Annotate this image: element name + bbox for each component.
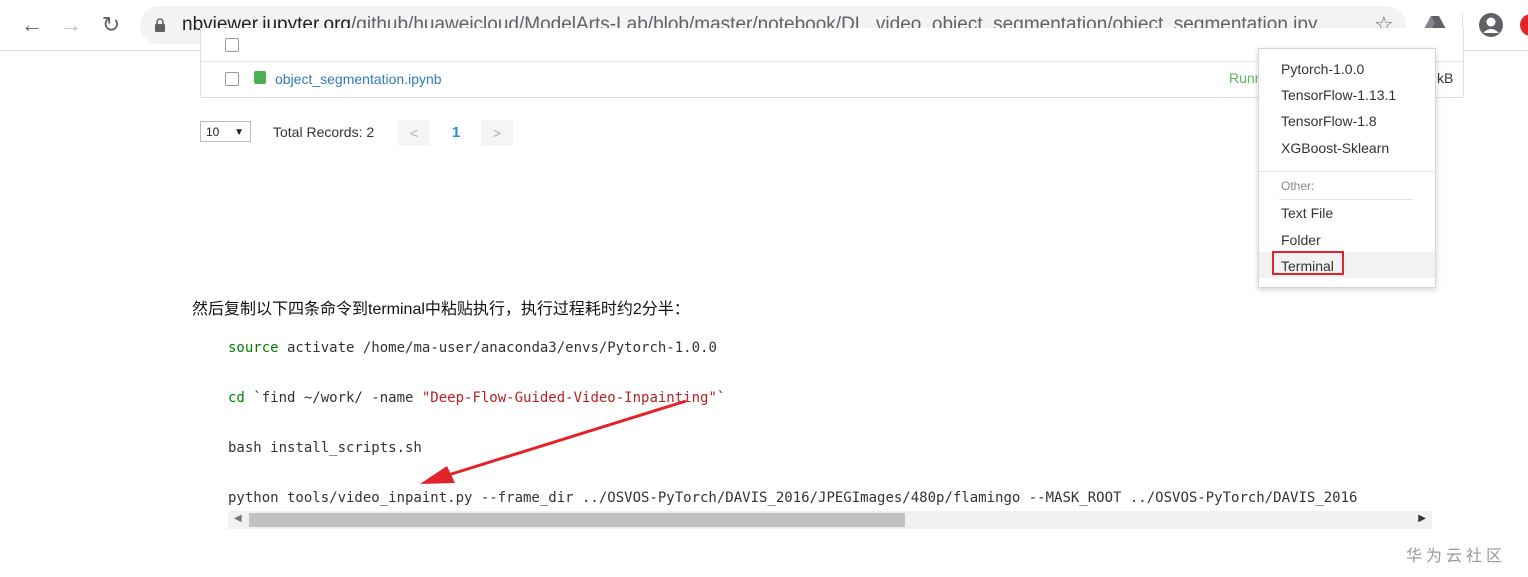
code-keyword: source [228, 340, 279, 356]
page-size-value: 10 [206, 125, 220, 139]
page-size-select[interactable]: 10 ▼ [200, 121, 251, 142]
lock-icon [155, 18, 165, 32]
code-keyword: cd [228, 390, 245, 406]
code-horizontal-scrollbar[interactable]: ◀ ▶ [228, 511, 1432, 529]
forward-button[interactable]: → [59, 13, 83, 37]
terminal-highlight-box [1272, 251, 1344, 275]
file-link[interactable]: object_segmentation.ipynb [275, 71, 442, 87]
row-checkbox[interactable] [225, 38, 239, 52]
file-size: kB [1437, 70, 1454, 86]
scrollbar-thumb[interactable] [249, 513, 905, 527]
scroll-left-icon[interactable]: ◀ [234, 513, 242, 524]
prev-page-button[interactable]: < [398, 120, 430, 146]
command-line-4: python tools/video_inpaint.py --frame_di… [228, 490, 1358, 506]
command-line-2: cd `find ~/work/ -name "Deep-Flow-Guided… [228, 390, 725, 406]
next-page-button[interactable]: > [481, 120, 513, 146]
menu-item-text-file[interactable]: Text File [1281, 205, 1333, 221]
menu-item-pytorch[interactable]: Pytorch-1.0.0 [1281, 61, 1364, 77]
menu-item-folder[interactable]: Folder [1281, 232, 1321, 248]
menu-badge-icon[interactable] [1520, 14, 1528, 36]
scroll-right-icon[interactable]: ▶ [1418, 513, 1426, 524]
menu-header-other: Other: [1281, 179, 1315, 193]
menu-item-xgboost[interactable]: XGBoost-Sklearn [1281, 140, 1389, 156]
command-line-3: bash install_scripts.sh [228, 440, 422, 456]
row-checkbox[interactable] [225, 72, 239, 86]
code-string: "Deep-Flow-Guided-Video-Inpainting" [421, 390, 717, 406]
menu-divider [1259, 171, 1435, 172]
watermark: 华为云社区 [1406, 548, 1507, 565]
code-text: ` [716, 390, 726, 406]
total-records: Total Records: 2 [273, 124, 375, 140]
code-text: activate /home/ma-user/anaconda3/envs/Py… [278, 340, 717, 356]
instruction-text: 然后复制以下四条命令到terminal中粘贴执行，执行过程耗时约2分半： [192, 301, 690, 318]
command-line-1: source activate /home/ma-user/anaconda3/… [228, 340, 717, 356]
menu-item-tensorflow-1-13[interactable]: TensorFlow-1.13.1 [1281, 87, 1396, 103]
menu-item-tensorflow-1-8[interactable]: TensorFlow-1.8 [1281, 113, 1377, 129]
notebook-icon [254, 71, 266, 84]
menu-header-line [1279, 199, 1413, 200]
current-page[interactable]: 1 [444, 120, 468, 146]
code-text: `find ~/work/ -name [244, 390, 422, 406]
caret-down-icon: ▼ [234, 127, 244, 138]
profile-avatar-icon[interactable] [1478, 12, 1504, 38]
reload-button[interactable]: ↻ [99, 13, 123, 37]
back-button[interactable]: ← [20, 13, 44, 37]
